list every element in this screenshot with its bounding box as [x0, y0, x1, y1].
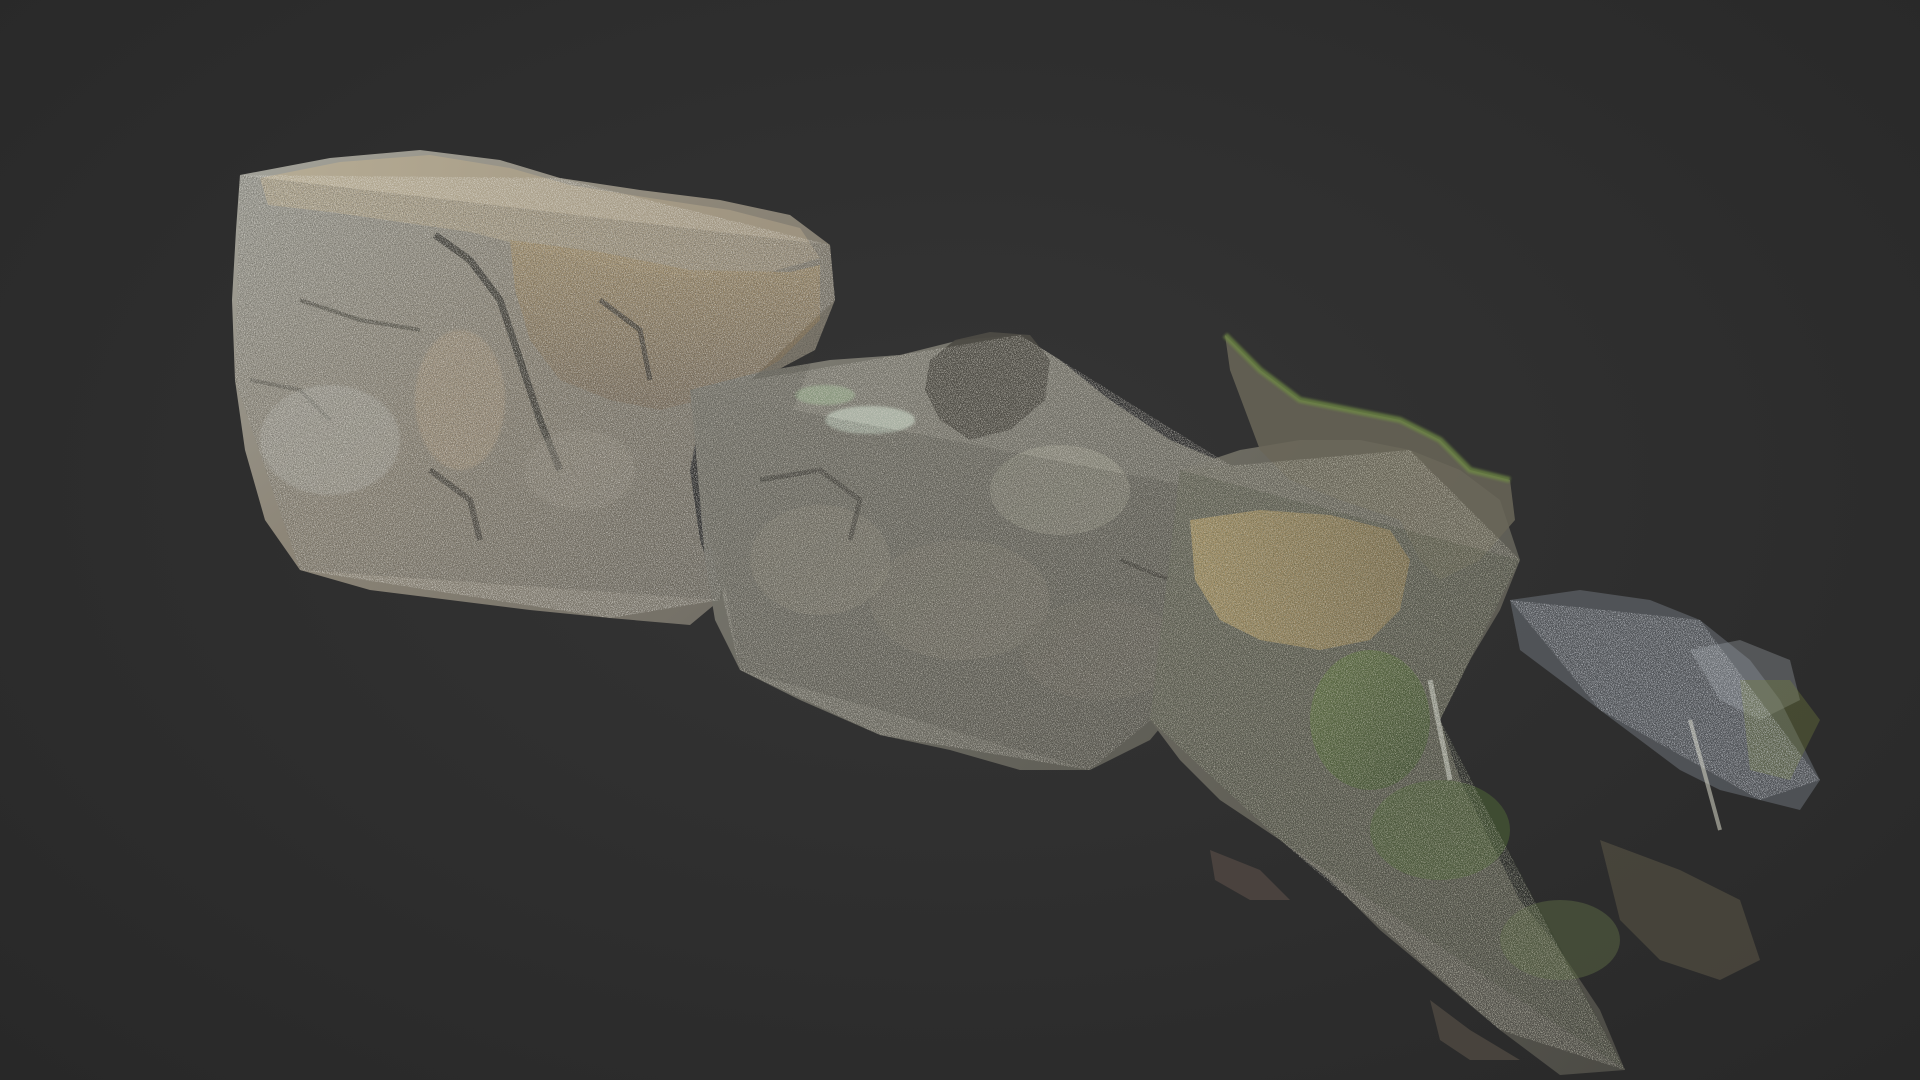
point-cloud-scene[interactable]: [0, 0, 1920, 1080]
3d-viewport[interactable]: [0, 0, 1920, 1080]
